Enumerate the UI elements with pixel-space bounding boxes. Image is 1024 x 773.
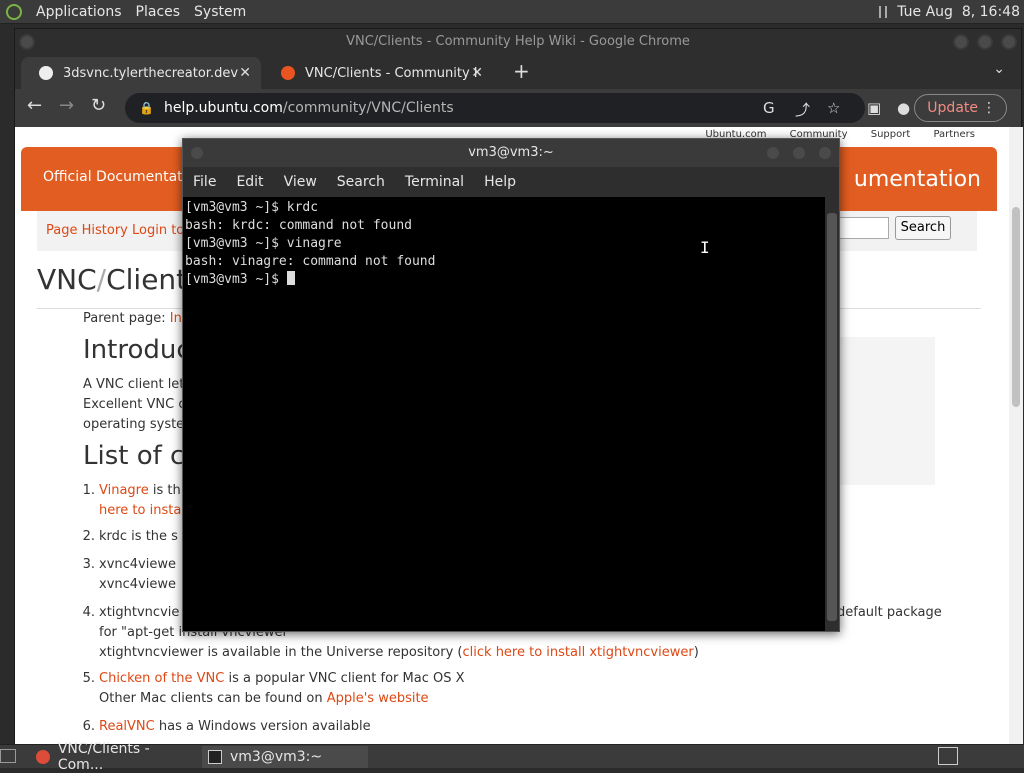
address-bar[interactable]: 🔒 help.ubuntu.com/community/VNC/Clients [125, 93, 865, 123]
places-menu[interactable]: Places [136, 4, 181, 20]
forward-icon[interactable]: → [59, 95, 74, 116]
link-partners[interactable]: Partners [933, 129, 975, 140]
terminal-prompt-line[interactable]: [vm3@vm3 ~]$ [185, 271, 823, 289]
distro-logo-icon[interactable] [6, 3, 22, 20]
ubuntu-favicon-icon [281, 66, 295, 80]
wiki-search-button[interactable]: Search [895, 216, 951, 240]
terminal-window: vm3@vm3:~ File Edit View Search Terminal… [182, 138, 840, 632]
terminal-scrollbar[interactable] [825, 197, 839, 631]
taskbar-terminal[interactable]: vm3@vm3:~ [202, 745, 368, 768]
intro-paragraph: A VNC client lets Excellent VNC cli oper… [83, 377, 197, 432]
share-icon[interactable]: ⤴ [795, 99, 810, 120]
list-item-overflow-text: default package [837, 605, 942, 620]
chrome-window-title: VNC/Clients - Community Help Wiki - Goog… [346, 34, 690, 49]
close-tab-icon[interactable]: ✕ [471, 65, 483, 81]
update-label: Update [927, 100, 978, 116]
terminal-line: [vm3@vm3 ~]$ krdc [185, 200, 319, 215]
close-button[interactable] [817, 145, 833, 161]
terminal-output[interactable]: [vm3@vm3 ~]$ krdc bash: krdc: command no… [183, 197, 823, 631]
top-panel: Applications Places System Tue Aug 8, 16… [0, 0, 1024, 24]
text-cursor [286, 271, 295, 285]
panel-clock[interactable]: Tue Aug 8, 16:48 [897, 4, 1020, 20]
chrome-titlebar[interactable]: VNC/Clients - Community Help Wiki - Goog… [15, 29, 1021, 55]
menu-view[interactable]: View [284, 174, 317, 190]
panel-handle-icon [879, 6, 888, 18]
workspace-switcher[interactable] [938, 747, 958, 765]
install-xtightvncviewer-link[interactable]: click here to install xtightvncviewer [463, 645, 694, 660]
terminal-line: bash: krdc: command not found [185, 218, 412, 233]
install-vinagre-link[interactable]: here to insta [99, 503, 181, 518]
profile-avatar-icon[interactable]: ● [897, 99, 910, 117]
maximize-button[interactable] [791, 145, 807, 161]
maximize-button[interactable] [977, 34, 993, 50]
menu-help[interactable]: Help [484, 174, 516, 190]
toolbar: ← → ↻ 🔒 help.ubuntu.com/community/VNC/Cl… [15, 89, 1021, 127]
taskbar-chrome[interactable]: VNC/Clients - Com... [30, 741, 198, 773]
chicken-of-the-vnc-link[interactable]: Chicken of the VNC [99, 671, 224, 686]
terminal-scrollbar-thumb[interactable] [827, 213, 837, 621]
minimize-button[interactable] [953, 34, 969, 50]
mouse-ibeam-cursor-icon: I [700, 238, 710, 257]
page-title: VNC/Clients [37, 263, 202, 296]
page-history-link[interactable]: Page History [46, 223, 128, 238]
banner-heading: umentation [853, 167, 981, 192]
globe-icon [39, 66, 53, 80]
terminal-menubar: File Edit View Search Terminal Help [183, 167, 839, 197]
reload-icon[interactable]: ↻ [91, 95, 106, 116]
back-icon[interactable]: ← [27, 95, 42, 116]
new-tab-icon[interactable]: + [513, 59, 530, 83]
more-menu-icon[interactable]: ⋮ [982, 95, 996, 121]
menu-file[interactable]: File [193, 174, 216, 190]
list-item: 6. RealVNC has a Windows version availab… [82, 719, 371, 734]
chrome-icon [36, 749, 50, 764]
applications-menu[interactable]: Applications [36, 4, 122, 20]
shell-prompt: [vm3@vm3 ~]$ [185, 272, 287, 287]
terminal-line: [vm3@vm3 ~]$ vinagre [185, 236, 342, 251]
update-button[interactable]: Update ⋮ [914, 94, 1007, 122]
terminal-titlebar[interactable]: vm3@vm3:~ [183, 139, 839, 167]
link-support[interactable]: Support [871, 129, 911, 140]
page-scrollbar-thumb[interactable] [1012, 207, 1020, 407]
system-menu[interactable]: System [194, 4, 246, 20]
close-tab-icon[interactable]: ✕ [239, 65, 251, 81]
menu-search[interactable]: Search [337, 174, 385, 190]
menu-terminal[interactable]: Terminal [405, 174, 464, 190]
list-item: 5. Chicken of the VNC is a popular VNC c… [82, 671, 465, 706]
official-docs-link[interactable]: Official Documentation [43, 169, 204, 185]
heading-introduction: Introduc [83, 335, 191, 365]
list-item: 2. krdc is the s [82, 529, 178, 544]
show-desktop-icon[interactable] [0, 749, 16, 763]
page-scrollbar[interactable] [1009, 127, 1023, 745]
minimize-button[interactable] [765, 145, 781, 161]
terminal-icon [208, 749, 222, 764]
tab-title: VNC/Clients - Community Help [305, 65, 477, 81]
lock-icon[interactable]: 🔒 [139, 101, 154, 115]
tab-title: 3dsvnc.tylerthecreator.dev [63, 65, 239, 81]
bookmark-star-icon[interactable]: ☆ [827, 99, 840, 117]
menu-edit[interactable]: Edit [236, 174, 263, 190]
tab-vnc-clients[interactable]: VNC/Clients - Community Help ✕ [263, 57, 493, 89]
list-item: 3. xvnc4viewe xvnc4viewe [82, 557, 176, 592]
url-host: help.ubuntu.com [163, 100, 283, 116]
realvnc-link[interactable]: RealVNC [99, 719, 155, 734]
terminal-title: vm3@vm3:~ [468, 145, 554, 160]
terminal-line: bash: vinagre: command not found [185, 254, 436, 269]
apple-website-link[interactable]: Apple's website [327, 691, 429, 706]
close-button[interactable] [1001, 34, 1017, 50]
window-menu-button[interactable] [19, 34, 35, 50]
bottom-taskbar: VNC/Clients - Com... vm3@vm3:~ [0, 741, 1024, 773]
taskbar-label: vm3@vm3:~ [230, 748, 323, 765]
url-path: /community/VNC/Clients [282, 100, 454, 116]
list-item: 1. Vinagre is th here to insta [82, 483, 182, 518]
vinagre-link[interactable]: Vinagre [99, 483, 149, 498]
tab-bar: 3dsvnc.tylerthecreator.dev ✕ VNC/Clients… [15, 55, 1021, 89]
parent-page: Parent page: Inte [83, 311, 195, 326]
window-menu-button[interactable] [189, 145, 205, 161]
tab-search-icon[interactable]: ⌄ [993, 61, 1005, 77]
side-panel-icon[interactable]: ▣ [867, 99, 881, 117]
heading-list-of-clients: List of cl [83, 441, 192, 471]
google-lens-icon[interactable]: G [763, 99, 775, 117]
tab-3dsvnc[interactable]: 3dsvnc.tylerthecreator.dev ✕ [21, 57, 261, 89]
